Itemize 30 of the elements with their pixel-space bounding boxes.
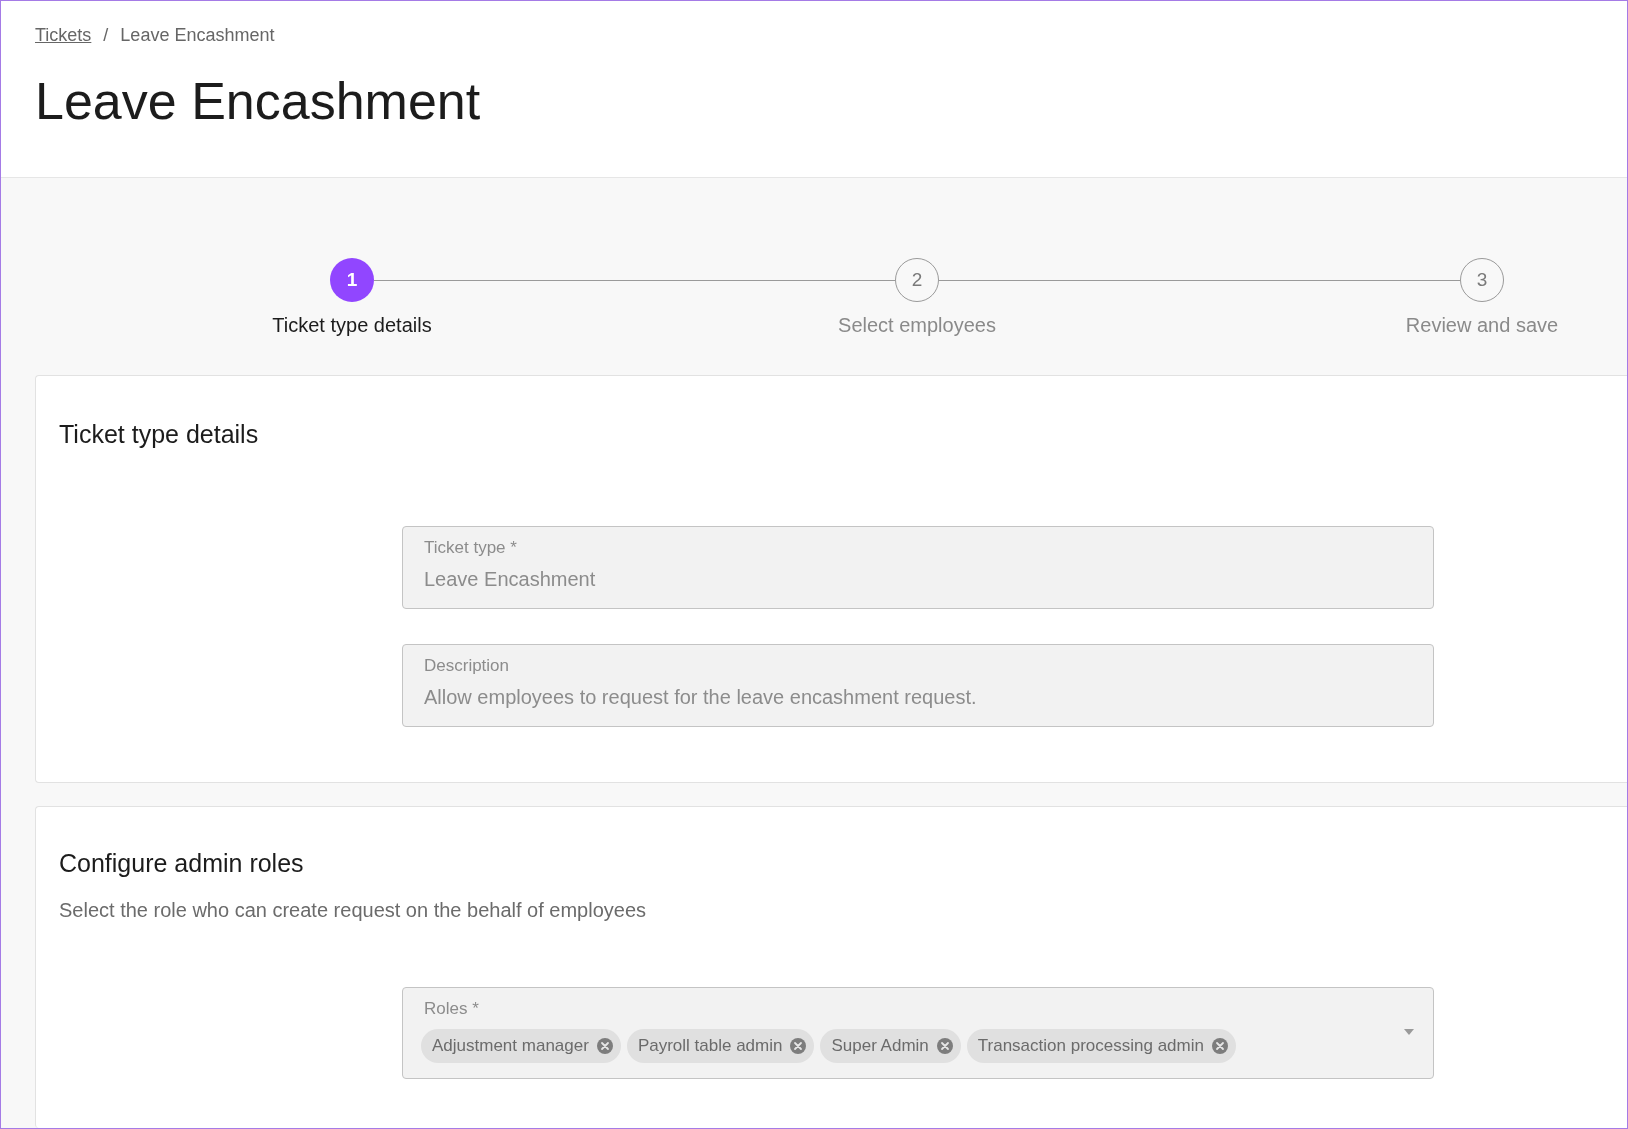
page-title: Leave Encashment [35,71,482,131]
field-label: Roles * [424,997,480,1020]
breadcrumb-current: Leave Encashment [120,24,275,47]
step-number: 2 [895,258,939,302]
roles-select[interactable]: Roles * Adjustment manager Payroll table admin Super Admin Transaction processing admin [402,986,1434,1079]
breadcrumb-link[interactable]: Tickets [35,22,92,49]
card-title: Configure admin roles [59,848,305,879]
chip-label: Payroll table admin [637,1034,783,1057]
chip-label: Super Admin [831,1034,929,1057]
step-number: 1 [330,258,374,302]
remove-icon[interactable] [1210,1036,1229,1055]
step-number: 3 [1460,258,1504,302]
remove-icon[interactable] [935,1036,954,1055]
breadcrumb-separator: / [103,24,109,47]
field-label: Description [424,654,511,677]
text-field[interactable]: Ticket type * Leave Encashment [402,525,1434,609]
card-subtitle: Select the role who can create request on the behalf of employees [59,897,648,923]
remove-icon[interactable] [789,1036,808,1055]
field-value: Allow employees to request for the leave encashment request. [424,684,978,710]
chip-label: Adjustment manager [432,1034,589,1057]
card-title: Ticket type details [59,419,260,450]
field-label: Ticket type * [424,536,518,559]
step-label: Review and save [1405,313,1559,338]
chip-label: Transaction processing admin [977,1034,1204,1057]
field-value: Leave Encashment [424,566,597,592]
remove-icon[interactable] [595,1036,614,1055]
step-label: Select employees [838,313,996,338]
step-label: Ticket type details [272,313,432,338]
text-field[interactable]: Description Allow employees to request for the leave encashment request. [402,643,1434,727]
dropdown-caret-icon[interactable] [1404,1028,1414,1035]
